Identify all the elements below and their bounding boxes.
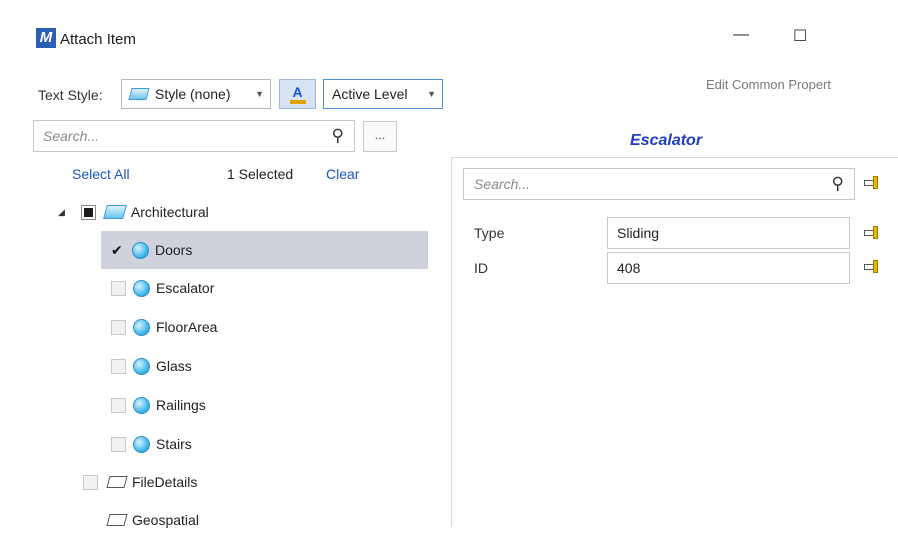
attach-item-dialog: M Attach Item — ☐ Edit Common Propert Te… [0,0,898,543]
chevron-down-icon: ▼ [255,89,264,99]
search-icon[interactable]: ⚲ [832,174,844,194]
tree-node-floorarea[interactable]: FloorArea [111,309,217,345]
tree-node-railings[interactable]: Railings [111,387,206,423]
tree-node-geospatial[interactable]: Geospatial [106,502,199,538]
text-style-label: Text Style: [38,87,103,103]
prop-value-id[interactable]: 408 [607,252,850,284]
tree-node-architectural[interactable]: ◢ Architectural [58,194,209,230]
tree-label-floorarea: FloorArea [156,319,218,335]
tree-label-railings: Railings [156,397,206,413]
style-icon [128,88,150,100]
tree-label-glass: Glass [156,358,192,374]
maximize-button[interactable]: ☐ [793,26,807,46]
checkbox[interactable] [83,474,98,490]
chevron-down-icon: ▼ [427,89,436,99]
checked-checkbox[interactable]: ✔ [111,242,126,259]
class-icon [133,396,150,414]
attach-property-icon[interactable] [864,226,878,240]
level-value: Active Level [332,86,408,102]
tree-node-stairs[interactable]: Stairs [111,426,192,462]
more-options-button[interactable]: ... [363,121,397,152]
properties-search-input[interactable]: Search... ⚲ [463,168,855,200]
window-title: Attach Item [60,31,136,48]
class-icon [133,435,150,453]
tree-label-escalator: Escalator [156,280,215,296]
tree-node-escalator[interactable]: Escalator [111,270,214,306]
schema-icon [103,205,127,219]
tree-search-input[interactable]: Search... ⚲ [33,120,355,152]
schema-icon [106,514,128,526]
tree-label-architectural: Architectural [130,204,209,220]
class-icon [133,318,150,336]
tree-node-doors[interactable]: ✔ Doors [111,232,192,268]
tree-label-doors: Doors [155,242,193,258]
minimize-button[interactable]: — [733,26,749,44]
checkbox[interactable] [111,397,126,413]
tree-node-glass[interactable]: Glass [111,348,192,384]
prop-value-type[interactable]: Sliding [607,217,850,249]
schema-icon [106,476,128,488]
level-dropdown[interactable]: Active Level ▼ [323,79,443,109]
checkbox[interactable] [111,436,126,452]
text-style-editor-button[interactable]: A [279,79,316,109]
partial-checkbox[interactable] [80,204,96,220]
selected-count: 1 Selected [227,166,294,182]
attach-all-icon[interactable] [864,176,878,190]
tree-label-stairs: Stairs [156,436,192,452]
tree-label-filedetails: FileDetails [132,474,198,490]
checkbox[interactable] [111,319,126,335]
checkbox[interactable] [111,358,126,374]
collapse-icon[interactable]: ◢ [58,207,65,218]
clear-link[interactable]: Clear [326,166,359,182]
app-logo-icon: M [36,28,56,48]
edit-common-properties-hint: Edit Common Propert [706,77,831,92]
search-icon[interactable]: ⚲ [332,126,344,146]
prop-label-type: Type [474,225,505,241]
select-all-link[interactable]: Select All [72,166,130,182]
text-style-value: Style (none) [155,86,231,102]
text-style-dropdown[interactable]: Style (none) ▼ [121,79,271,109]
checkbox[interactable] [111,280,126,296]
properties-heading: Escalator [630,132,703,149]
class-icon [133,357,150,375]
attach-property-icon[interactable] [864,260,878,274]
class-icon [132,241,149,259]
tree-search-placeholder: Search... [43,128,100,144]
text-style-editor-icon: A [292,83,303,100]
tree-label-geospatial: Geospatial [132,512,199,528]
prop-label-id: ID [474,260,488,276]
properties-pane [451,157,898,527]
class-icon [133,279,150,297]
tree-node-filedetails[interactable]: FileDetails [83,464,197,500]
properties-search-placeholder: Search... [474,176,531,192]
